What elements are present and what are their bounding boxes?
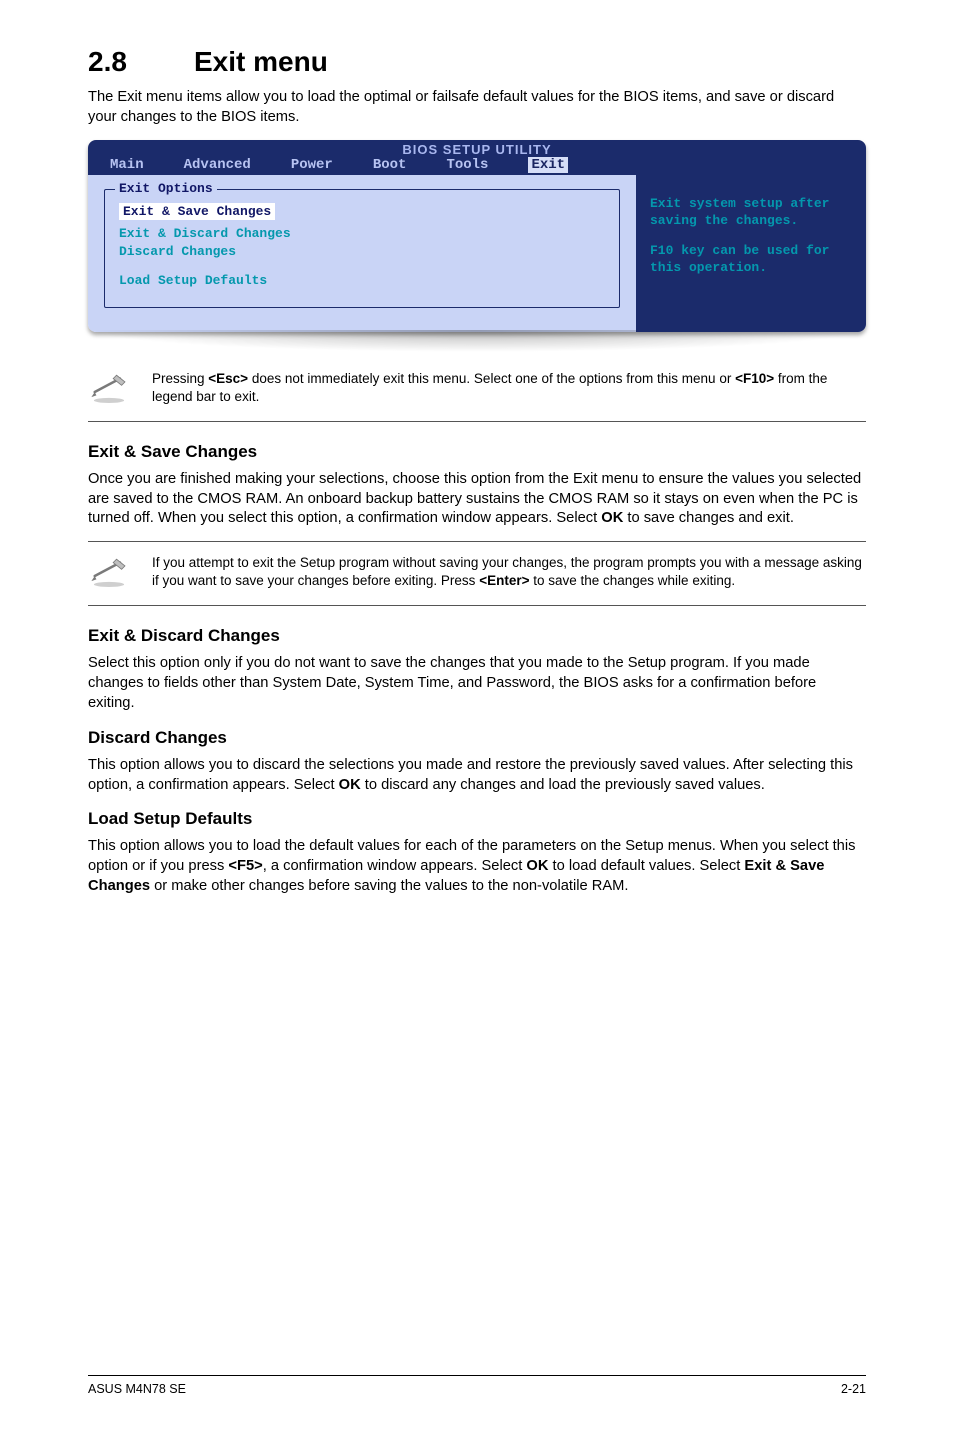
bios-screenshot: BIOS SETUP UTILITY Main Advanced Power B… bbox=[88, 140, 866, 352]
bios-options-box: Exit Options Exit & Save Changes Exit & … bbox=[104, 189, 620, 308]
heading-discard: Discard Changes bbox=[88, 728, 866, 748]
bios-tab-power: Power bbox=[291, 157, 333, 173]
note-esc-pre: Pressing bbox=[152, 371, 208, 386]
s4-m1: , a confirmation window appears. Select bbox=[263, 858, 527, 874]
s1-post: to save changes and exit. bbox=[623, 510, 794, 526]
bios-tab-main: Main bbox=[110, 157, 144, 173]
bios-tab-boot: Boot bbox=[373, 157, 407, 173]
s4-post: or make other changes before saving the … bbox=[150, 878, 628, 894]
heading-load-defaults: Load Setup Defaults bbox=[88, 809, 866, 829]
note-save-post: to save the changes while exiting. bbox=[529, 573, 735, 588]
s4-b1: <F5> bbox=[228, 858, 262, 874]
intro-paragraph: The Exit menu items allow you to load th… bbox=[88, 88, 866, 128]
note-esc-text: Pressing <Esc> does not immediately exit… bbox=[152, 370, 866, 406]
para-discard: This option allows you to discard the se… bbox=[88, 756, 866, 796]
heading-exit-save: Exit & Save Changes bbox=[88, 442, 866, 462]
bios-shadow bbox=[88, 330, 866, 352]
note-icon bbox=[88, 554, 130, 593]
bios-help-text-2: F10 key can be used for this operation. bbox=[650, 242, 852, 277]
bios-tab-bar: Main Advanced Power Boot Tools Exit bbox=[88, 157, 866, 175]
bios-tab-advanced: Advanced bbox=[184, 157, 251, 173]
footer-left: ASUS M4N78 SE bbox=[88, 1382, 186, 1396]
section-title-text: Exit menu bbox=[194, 46, 328, 77]
bios-body: Exit Options Exit & Save Changes Exit & … bbox=[88, 175, 866, 332]
bios-title: BIOS SETUP UTILITY bbox=[88, 140, 866, 157]
note-save-text: If you attempt to exit the Setup program… bbox=[152, 554, 866, 590]
bios-help-pane: Exit system setup after saving the chang… bbox=[636, 175, 866, 332]
note-esc: Pressing <Esc> does not immediately exit… bbox=[88, 364, 866, 422]
s4-m2: to load default values. Select bbox=[548, 858, 744, 874]
para-exit-save: Once you are finished making your select… bbox=[88, 470, 866, 530]
page-heading: 2.8Exit menu bbox=[88, 46, 866, 78]
bios-item-exit-discard: Exit & Discard Changes bbox=[119, 226, 605, 241]
page-footer: ASUS M4N78 SE 2-21 bbox=[88, 1375, 866, 1396]
bios-window: BIOS SETUP UTILITY Main Advanced Power B… bbox=[88, 140, 866, 332]
bios-tab-exit: Exit bbox=[528, 157, 568, 173]
bios-tab-tools: Tools bbox=[446, 157, 488, 173]
bios-item-discard: Discard Changes bbox=[119, 244, 605, 259]
bios-item-load-defaults: Load Setup Defaults bbox=[119, 273, 605, 288]
note-icon bbox=[88, 370, 130, 409]
note-esc-key2: <F10> bbox=[735, 371, 774, 386]
s4-b2: OK bbox=[526, 858, 548, 874]
para-exit-discard: Select this option only if you do not wa… bbox=[88, 654, 866, 714]
note-esc-mid: does not immediately exit this menu. Sel… bbox=[248, 371, 735, 386]
bios-options-legend: Exit Options bbox=[115, 181, 217, 196]
note-save: If you attempt to exit the Setup program… bbox=[88, 541, 866, 606]
s1-bold: OK bbox=[601, 510, 623, 526]
section-number: 2.8 bbox=[88, 46, 194, 78]
bios-left-pane: Exit Options Exit & Save Changes Exit & … bbox=[88, 175, 636, 332]
s3-post: to discard any changes and load the prev… bbox=[361, 777, 765, 793]
bios-help-text-1: Exit system setup after saving the chang… bbox=[650, 195, 852, 230]
bios-item-exit-save: Exit & Save Changes bbox=[119, 203, 275, 220]
footer-right: 2-21 bbox=[841, 1382, 866, 1396]
s3-bold: OK bbox=[339, 777, 361, 793]
heading-exit-discard: Exit & Discard Changes bbox=[88, 626, 866, 646]
para-load-defaults: This option allows you to load the defau… bbox=[88, 837, 866, 897]
note-esc-key: <Esc> bbox=[208, 371, 248, 386]
note-save-key: <Enter> bbox=[479, 573, 529, 588]
